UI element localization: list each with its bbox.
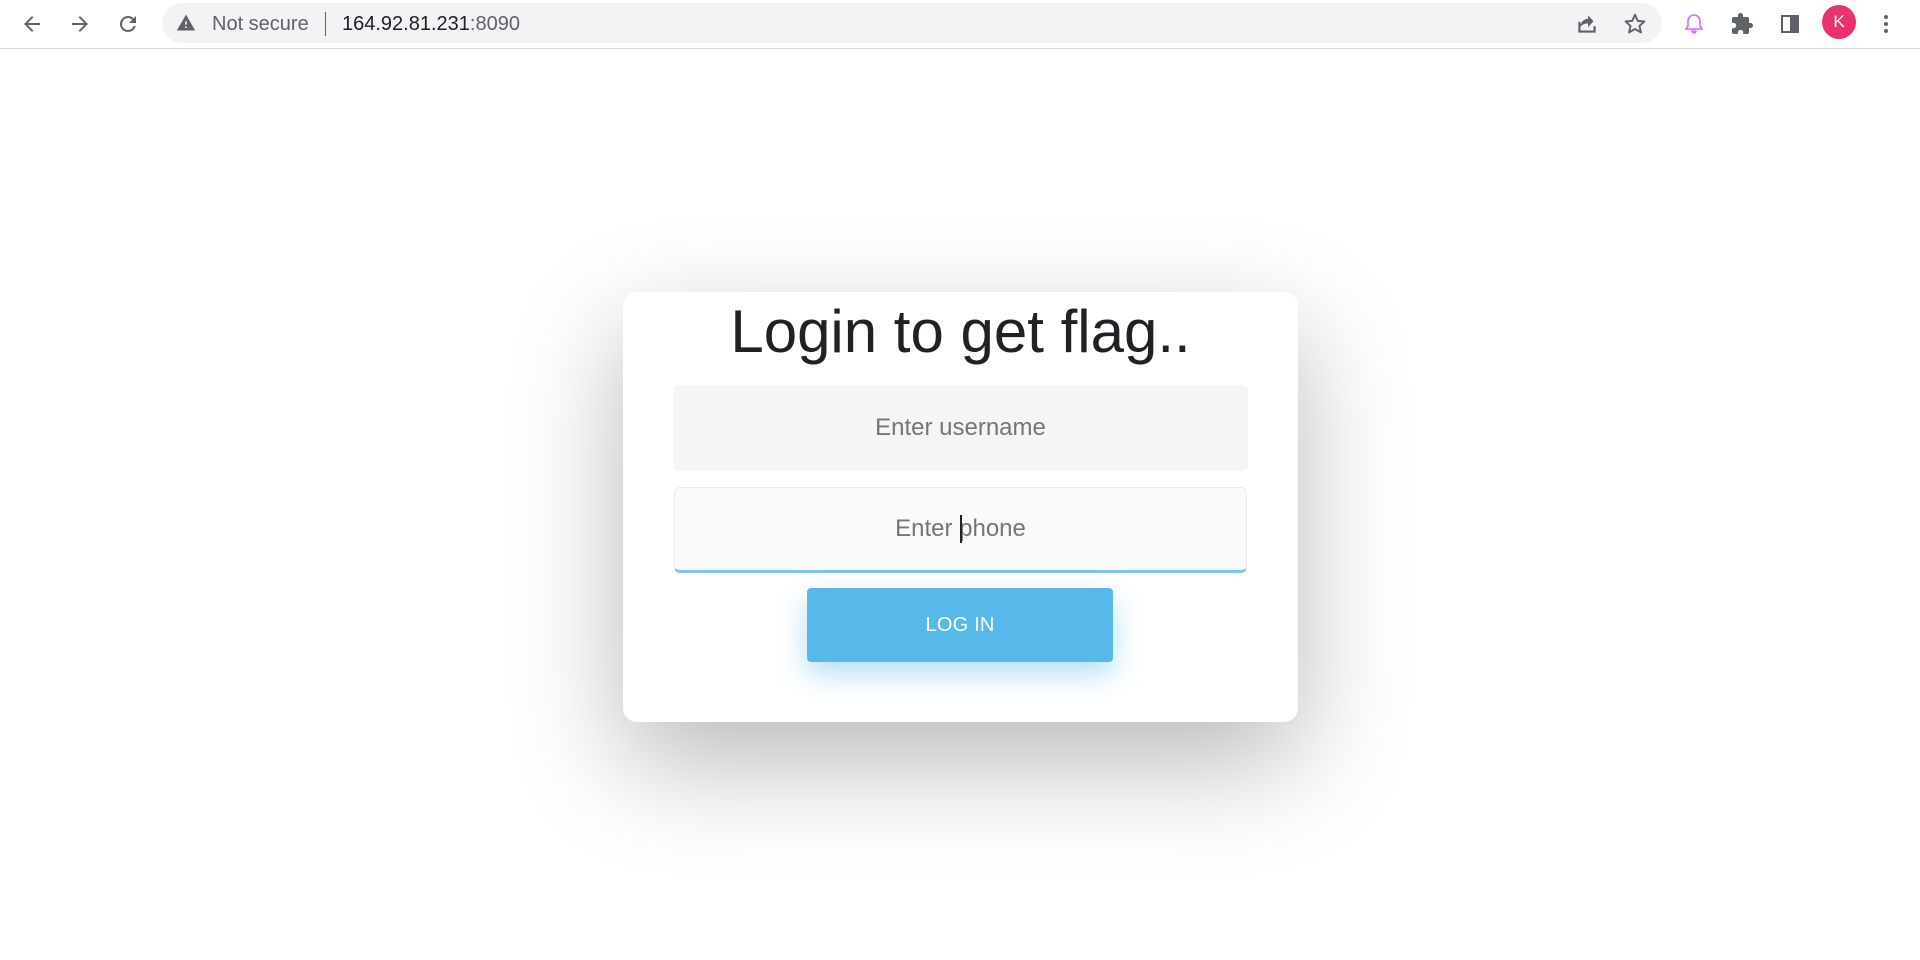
share-icon[interactable] [1574, 11, 1600, 37]
text-caret [960, 515, 962, 543]
login-button[interactable]: LOG IN [807, 588, 1113, 662]
back-button[interactable] [14, 6, 50, 42]
star-icon[interactable] [1622, 11, 1648, 37]
browser-toolbar: Not secure 164.92.81.231:8090 K [0, 0, 1920, 49]
side-panel-button[interactable] [1772, 6, 1808, 42]
login-card: Login to get flag.. LOG IN [623, 292, 1298, 722]
forward-arrow-icon [72, 16, 88, 32]
url-port: :8090 [469, 13, 520, 35]
back-arrow-icon [24, 16, 40, 32]
address-divider [325, 12, 326, 36]
forward-button[interactable] [62, 6, 98, 42]
bell-icon [1684, 14, 1704, 34]
puzzle-extension-icon [1732, 13, 1753, 34]
extensions-button[interactable] [1724, 6, 1760, 42]
side-panel-icon [1781, 15, 1799, 33]
reload-button[interactable] [110, 6, 146, 42]
profile-avatar[interactable]: K [1822, 5, 1856, 39]
url-host: 164.92.81.231 [342, 13, 470, 35]
url-text[interactable]: 164.92.81.231:8090 [342, 13, 520, 35]
warning-icon[interactable] [176, 13, 196, 33]
page-title: Login to get flag.. [730, 298, 1191, 365]
not-secure-label[interactable]: Not secure [212, 13, 309, 35]
username-input[interactable] [673, 385, 1248, 471]
browser-menu-button[interactable] [1868, 6, 1904, 42]
notifications-extension-button[interactable] [1676, 6, 1712, 42]
reload-icon [119, 15, 136, 32]
address-bar[interactable]: Not secure 164.92.81.231:8090 [162, 3, 1662, 43]
kebab-menu-icon [1884, 15, 1888, 33]
